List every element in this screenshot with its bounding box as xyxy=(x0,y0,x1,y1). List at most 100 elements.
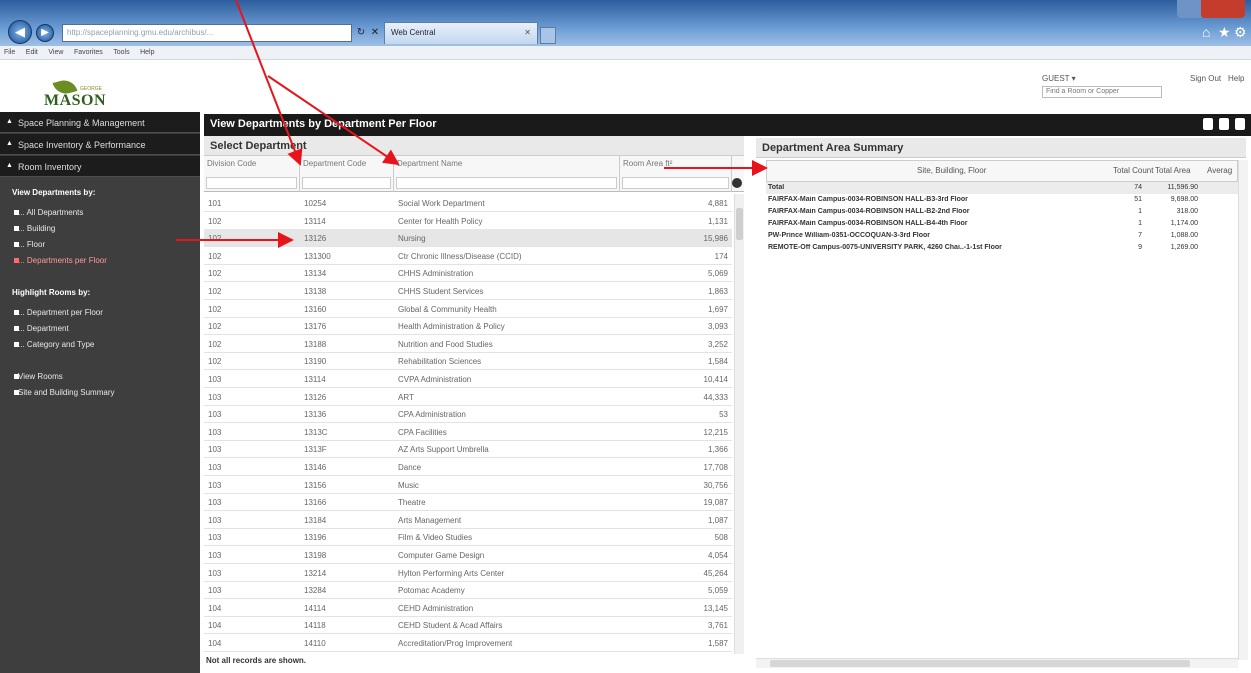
filter-department-code[interactable] xyxy=(302,177,391,189)
department-code-cell: 13134 xyxy=(304,269,327,279)
table-row[interactable]: 103 13284 Potomac Academy 5,059 xyxy=(204,581,732,600)
table-row[interactable]: 102 13160 Global & Community Health 1,697 xyxy=(204,300,732,318)
link-all-departments[interactable]: ... All Departments xyxy=(14,208,83,217)
new-tab-button[interactable] xyxy=(540,27,556,44)
table-row[interactable]: 103 13156 Music 30,756 xyxy=(204,476,732,494)
column-department-code[interactable]: Department Code xyxy=(300,156,394,192)
email-icon[interactable] xyxy=(1235,118,1245,130)
column-room-area[interactable]: Room Area ft² xyxy=(620,156,732,192)
gear-icon[interactable]: ⚙ xyxy=(1234,24,1247,41)
column-label: Department Name xyxy=(397,159,463,168)
link-floor[interactable]: ... Floor xyxy=(14,240,45,249)
room-area-cell: 13,145 xyxy=(703,603,728,613)
link-highlight-dept-per-floor[interactable]: ... Department per Floor xyxy=(14,308,103,317)
refresh-icon[interactable]: ↻ xyxy=(354,24,368,42)
sign-out-link[interactable]: Sign Out xyxy=(1190,74,1221,83)
link-site-building-summary[interactable]: Site and Building Summary xyxy=(14,388,115,397)
link-building[interactable]: ... Building xyxy=(14,224,55,233)
home-icon[interactable]: ⌂ xyxy=(1202,24,1210,40)
table-row[interactable]: 104 14114 CEHD Administration 13,145 xyxy=(204,599,732,617)
link-highlight-department[interactable]: ... Department xyxy=(14,324,69,333)
sidebar-menu-space-planning[interactable]: ▲ Space Planning & Management xyxy=(0,112,200,133)
table-row[interactable]: 103 13114 CVPA Administration 10,414 xyxy=(204,370,732,388)
division-code-cell: 103 xyxy=(208,375,222,384)
export-icon[interactable] xyxy=(1202,118,1213,130)
table-row[interactable]: 102 13176 Health Administration & Policy 3,… xyxy=(204,317,732,336)
table-row[interactable]: 103 13184 Arts Management 1,087 xyxy=(204,511,732,529)
filter-department-name[interactable] xyxy=(396,177,617,189)
favorites-star-icon[interactable]: ★ xyxy=(1218,24,1231,41)
find-room-input[interactable]: Find a Room or Copper xyxy=(1042,86,1162,98)
scroll-thumb[interactable] xyxy=(736,208,743,240)
summary-row[interactable]: FAIRFAX-Main Campus-0034-ROBINSON HALL-B… xyxy=(766,218,1238,230)
browser-tab[interactable]: Web Central ✕ xyxy=(384,22,538,44)
column-average[interactable]: Averag xyxy=(1207,166,1232,175)
column-division-code[interactable]: Division Code xyxy=(204,156,300,192)
department-code-cell: 131300 xyxy=(304,251,331,261)
link-view-rooms[interactable]: View Rooms xyxy=(14,372,63,381)
link-departments-per-floor[interactable]: ... Departments per Floor xyxy=(14,256,107,265)
stop-icon[interactable]: ✕ xyxy=(368,24,382,42)
summary-row[interactable]: REMOTE-Off Campus-0075-UNIVERSITY PARK, … xyxy=(766,242,1238,254)
print-icon[interactable] xyxy=(1218,118,1229,130)
filter-division-code[interactable] xyxy=(206,177,297,189)
bullet-icon xyxy=(14,258,19,263)
grid-scrollbar[interactable] xyxy=(734,194,744,654)
back-button[interactable]: ◀ xyxy=(8,20,32,44)
table-row[interactable]: 103 13136 CPA Administration 53 xyxy=(204,405,732,424)
department-code-cell: 10254 xyxy=(304,199,327,208)
table-row[interactable]: 103 13196 Film & Video Studies 508 xyxy=(204,528,732,547)
summary-row[interactable]: FAIRFAX-Main Campus-0034-ROBINSON HALL-B… xyxy=(766,194,1238,206)
department-name-cell: Nutrition and Food Studies xyxy=(398,339,493,349)
scroll-thumb[interactable] xyxy=(770,660,1190,667)
table-row[interactable]: 104 14110 Accreditation/Prog Improvement 1,… xyxy=(204,634,732,652)
forward-button[interactable]: ▶ xyxy=(36,24,54,42)
table-row[interactable]: 103 13214 Hylton Performing Arts Center 45,… xyxy=(204,564,732,582)
summary-row[interactable]: PW-Prince William-0351-OCCOQUAN-3-3rd Fl… xyxy=(766,230,1238,242)
sidebar-menu-space-inventory[interactable]: ▲ Space Inventory & Performance xyxy=(0,134,200,155)
table-row[interactable]: 103 13126 ART 44,333 xyxy=(204,388,732,406)
table-row[interactable]: 101 10254 Social Work Department 4,881 xyxy=(204,194,732,212)
minimize-button[interactable] xyxy=(1177,0,1201,18)
filter-room-area[interactable] xyxy=(622,177,729,189)
table-row[interactable]: 102 13190 Rehabilitation Sciences 1,584 xyxy=(204,352,732,371)
table-row[interactable]: 103 1313C CPA Facilities 12,215 xyxy=(204,423,732,441)
division-code-cell: 103 xyxy=(208,551,222,560)
table-row[interactable]: 103 13166 Theatre 19,087 xyxy=(204,493,732,512)
summary-total-row[interactable]: Total 74 11,596.90 xyxy=(766,182,1238,194)
help-link[interactable]: Help xyxy=(1228,74,1244,83)
table-row[interactable]: 102 13126 Nursing 15,986 xyxy=(204,229,732,248)
menu-edit[interactable]: Edit xyxy=(22,47,42,58)
sidebar-menu-room-inventory[interactable]: ▲ Room Inventory xyxy=(0,156,200,177)
user-menu[interactable]: GUEST ▾ xyxy=(1042,74,1076,83)
column-department-name[interactable]: Department Name xyxy=(394,156,620,192)
column-total-area[interactable]: Total Area xyxy=(1155,166,1191,175)
table-row[interactable]: 102 13114 Center for Health Policy 1,131 xyxy=(204,212,732,230)
window-close-button[interactable] xyxy=(1201,0,1245,18)
menu-view[interactable]: View xyxy=(44,47,67,58)
table-row[interactable]: 103 1313F AZ Arts Support Umbrella 1,366 xyxy=(204,440,732,459)
bullet-icon xyxy=(14,242,19,247)
column-site-building-floor[interactable]: Site, Building, Floor xyxy=(917,166,986,175)
triangle-up-icon: ▲ xyxy=(6,162,13,169)
link-highlight-category-type[interactable]: ... Category and Type xyxy=(14,340,94,349)
table-row[interactable]: 102 13188 Nutrition and Food Studies 3,252 xyxy=(204,335,732,353)
summary-horizontal-scrollbar[interactable] xyxy=(756,658,1238,668)
menu-file[interactable]: File xyxy=(0,47,19,58)
address-bar[interactable]: http://spaceplanning.gmu.edu/archibus/..… xyxy=(62,24,352,42)
summary-row[interactable]: FAIRFAX-Main Campus-0034-ROBINSON HALL-B… xyxy=(766,206,1238,218)
table-row[interactable]: 104 14118 CEHD Student & Acad Affairs 3,761 xyxy=(204,616,732,635)
table-row[interactable]: 103 13146 Dance 17,708 xyxy=(204,458,732,476)
menu-favorites[interactable]: Favorites xyxy=(70,47,107,58)
department-name-cell: CEHD Administration xyxy=(398,603,474,613)
menu-help[interactable]: Help xyxy=(136,47,158,58)
menu-tools[interactable]: Tools xyxy=(109,47,133,58)
table-row[interactable]: 102 131300 Ctr Chronic Illness/Disease (CC… xyxy=(204,247,732,265)
table-row[interactable]: 103 13198 Computer Game Design 4,054 xyxy=(204,546,732,564)
grid-settings-icon[interactable] xyxy=(732,178,742,188)
table-row[interactable]: 102 13138 CHHS Student Services 1,863 xyxy=(204,282,732,300)
column-total-count[interactable]: Total Count xyxy=(1113,166,1153,175)
summary-vertical-scrollbar[interactable] xyxy=(1238,160,1248,660)
table-row[interactable]: 102 13134 CHHS Administration 5,069 xyxy=(204,264,732,283)
close-tab-icon[interactable]: ✕ xyxy=(524,28,531,37)
